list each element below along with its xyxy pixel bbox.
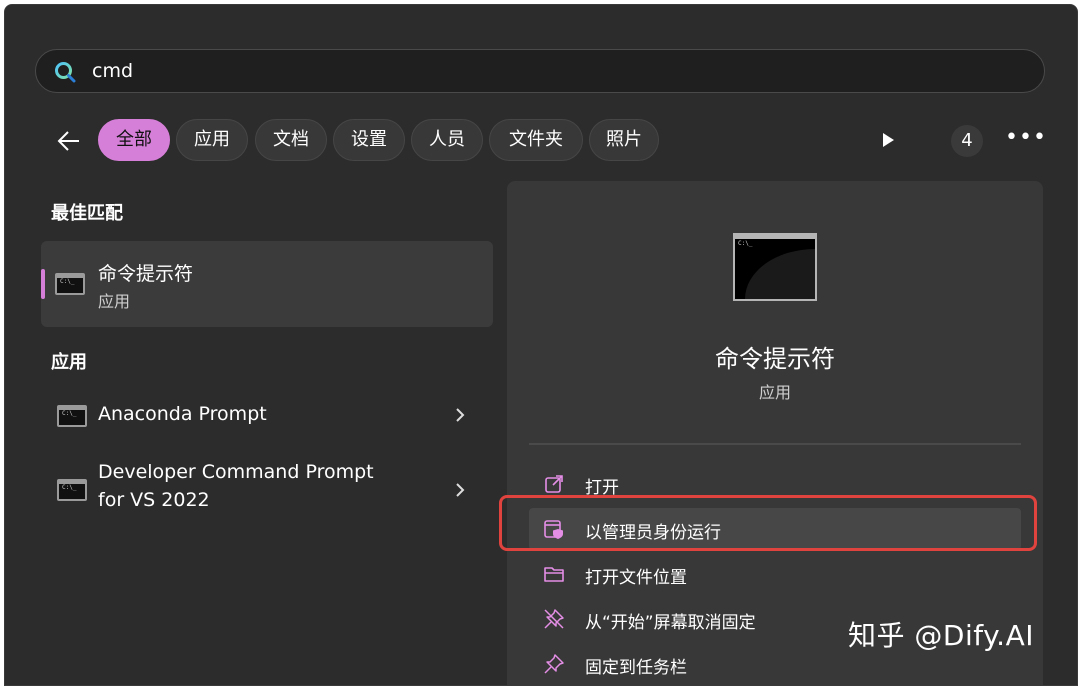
back-arrow-icon[interactable] — [55, 127, 83, 155]
details-pane: C:\_ 命令提示符 应用 打开 以管理员身份运行 打开文件位置 从“开始”屏幕… — [507, 181, 1043, 685]
best-match-subtitle: 应用 — [98, 292, 131, 311]
filter-chip-folders[interactable]: 文件夹 — [489, 119, 583, 161]
unpin-icon — [544, 609, 564, 629]
search-box[interactable] — [35, 49, 1045, 93]
app-title: Anaconda Prompt — [98, 403, 267, 425]
folder-icon — [544, 567, 564, 582]
best-match-result[interactable]: 命令提示符 应用 — [41, 241, 493, 327]
action-label: 打开文件位置 — [585, 568, 687, 588]
filter-chip-photos[interactable]: 照片 — [589, 119, 659, 161]
best-match-heading: 最佳匹配 — [51, 203, 123, 224]
selection-indicator — [41, 269, 45, 299]
open-external-icon — [545, 475, 563, 493]
play-icon[interactable] — [877, 129, 899, 151]
pin-icon — [544, 654, 564, 674]
filter-chip-documents[interactable]: 文档 — [255, 119, 327, 161]
more-options-icon[interactable]: ••• — [1005, 127, 1046, 155]
best-match-title: 命令提示符 — [98, 263, 194, 285]
annotation-highlight-box — [499, 495, 1037, 551]
watermark: 知乎 @Dify.AI — [848, 619, 1034, 652]
app-title-line2: for VS 2022 — [98, 489, 210, 511]
filter-chip-people[interactable]: 人员 — [411, 119, 483, 161]
action-label: 固定到任务栏 — [585, 658, 687, 678]
app-result-developer-command-prompt[interactable]: Developer Command Prompt for VS 2022 — [41, 457, 493, 523]
action-open-file-location[interactable]: 打开文件位置 — [529, 553, 1021, 595]
start-search-window: 全部 应用 文档 设置 人员 文件夹 照片 4 ••• 最佳匹配 命令提示符 应… — [4, 4, 1078, 686]
filter-chip-apps[interactable]: 应用 — [176, 119, 248, 161]
search-input[interactable] — [92, 50, 992, 92]
filter-chip-all[interactable]: 全部 — [98, 119, 170, 161]
app-title-line1: Developer Command Prompt — [98, 461, 374, 483]
divider — [529, 443, 1021, 445]
anaconda-prompt-icon — [57, 405, 87, 427]
details-title: 命令提示符 — [715, 345, 835, 373]
app-result-anaconda-prompt[interactable]: Anaconda Prompt — [41, 391, 493, 439]
result-count-badge[interactable]: 4 — [951, 125, 983, 157]
search-icon — [55, 62, 76, 83]
details-subtitle: 应用 — [758, 383, 791, 402]
apps-heading: 应用 — [51, 352, 87, 373]
command-prompt-icon — [55, 273, 85, 295]
chevron-right-icon[interactable] — [453, 406, 467, 424]
developer-command-prompt-icon — [57, 479, 87, 501]
action-label: 从“开始”屏幕取消固定 — [585, 613, 756, 633]
filter-chip-settings[interactable]: 设置 — [333, 119, 405, 161]
chevron-right-icon[interactable] — [453, 481, 467, 499]
command-prompt-large-icon: C:\_ — [733, 233, 817, 301]
